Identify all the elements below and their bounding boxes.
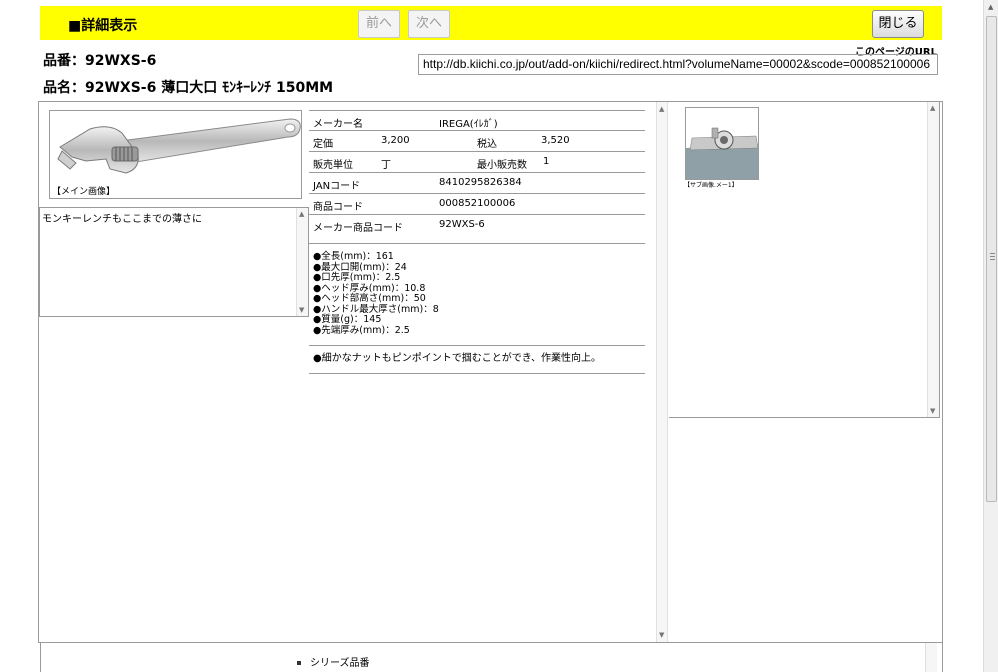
spec-row-jan: JANコード 8410295826384 xyxy=(309,173,645,194)
spec-value: 000852100006 xyxy=(439,198,516,209)
bullet-icon xyxy=(297,661,301,665)
product-name: 品名：92WXS-6 薄口大口 ﾓﾝｷｰﾚﾝﾁ 150MM xyxy=(43,80,334,96)
url-field[interactable]: http://db.kiichi.co.jp/out/add-on/kiichi… xyxy=(418,54,938,75)
spec-row-unit: 販売単位 丁 最小販売数 1 xyxy=(309,152,645,173)
main-image-caption: 【メイン画像】 xyxy=(52,187,116,197)
next-button[interactable]: 次へ xyxy=(408,10,450,38)
scroll-up-icon[interactable]: ▲ xyxy=(659,105,664,113)
spec-row-maker: メーカー名 IREGA(ｲﾚｶﾞ) xyxy=(309,110,645,131)
spec-value: 1 xyxy=(543,156,550,167)
spec-label: 税込 xyxy=(477,139,497,150)
scroll-up-icon[interactable]: ▲ xyxy=(988,3,993,11)
notes-text: ●細かなナットもピンポイントで掴むことができ、作業性向上。 xyxy=(309,346,645,374)
scroll-down-icon[interactable]: ▼ xyxy=(930,407,935,415)
spec-row-price: 定価 3,200 税込 3,520 xyxy=(309,131,645,152)
series-item: シリーズ品番 xyxy=(297,654,370,669)
spec-row-code: 商品コード 000852100006 xyxy=(309,194,645,215)
close-button[interactable]: 閉じる xyxy=(872,10,924,38)
spec-label: JANコード xyxy=(313,181,361,192)
detail-panel: 【メイン画像】 モンキーレンチもここまでの薄さに ▲ ▼ メーカー名 IREGA… xyxy=(38,101,943,643)
spec-value: 3,520 xyxy=(541,135,570,146)
sub-image-caption: 【サブ画像.メー1】 xyxy=(684,182,738,189)
sub-image[interactable] xyxy=(685,107,759,180)
spec-value: 丁 xyxy=(381,160,391,171)
sub-image-panel: 【サブ画像.メー1】 ▲ ▼ xyxy=(669,102,940,418)
scrollbar-thumb[interactable] xyxy=(986,16,997,502)
scroll-down-icon[interactable]: ▼ xyxy=(299,306,304,314)
spec-label: メーカー名 xyxy=(313,119,363,130)
scroll-down-icon[interactable]: ▼ xyxy=(659,631,664,639)
scroll-up-icon[interactable]: ▲ xyxy=(299,210,304,218)
spec-row-maker-code: メーカー商品コード 92WXS-6 xyxy=(309,215,645,244)
spec-value: 92WXS-6 xyxy=(439,219,485,230)
main-image[interactable]: 【メイン画像】 xyxy=(49,110,302,199)
page-title: ■詳細表示 xyxy=(68,18,138,34)
spec-label: 定価 xyxy=(313,139,333,150)
spec-value: IREGA(ｲﾚｶﾞ) xyxy=(439,119,498,130)
feature-item: ●口先厚(mm)：2.5 xyxy=(313,272,401,283)
features-list: ●全長(mm)：161 ●最大口開(mm)：24 ●口先厚(mm)：2.5 ●ヘ… xyxy=(309,250,645,346)
spec-label: 販売単位 xyxy=(313,160,353,171)
sub-image-scrollbar[interactable]: ▲ ▼ xyxy=(927,102,939,417)
description-text: モンキーレンチもここまでの薄さに xyxy=(42,214,202,225)
description-box[interactable]: モンキーレンチもここまでの薄さに ▲ ▼ xyxy=(39,207,309,317)
spec-label: 最小販売数 xyxy=(477,160,527,171)
feature-item: ●先端厚み(mm)：2.5 xyxy=(313,324,410,336)
window-scrollbar[interactable]: ▲ xyxy=(983,0,998,672)
prev-button[interactable]: 前へ xyxy=(358,10,400,38)
detail-scrollbar[interactable]: ▲ ▼ xyxy=(656,102,668,642)
product-number: 品番：92WXS-6 xyxy=(43,53,157,69)
spec-value: 8410295826384 xyxy=(439,177,522,188)
spec-table: メーカー名 IREGA(ｲﾚｶﾞ) 定価 3,200 税込 3,520 販売単位… xyxy=(309,110,645,244)
feature-item: ●質量(g)：145 xyxy=(313,314,382,325)
series-scrollbar[interactable] xyxy=(925,643,937,672)
series-panel: シリーズ品番 xyxy=(40,643,943,672)
grip-icon xyxy=(990,253,995,260)
header-bar: ■詳細表示 前へ 次へ 閉じる xyxy=(40,6,942,40)
sub-image-photo xyxy=(686,108,758,179)
spec-value: 3,200 xyxy=(381,135,410,146)
description-scrollbar[interactable]: ▲ ▼ xyxy=(296,208,308,316)
series-label: シリーズ品番 xyxy=(310,658,370,669)
feature-item: ●全長(mm)：161 xyxy=(313,251,394,262)
feature-item: ●ヘッド部高さ(mm)：50 xyxy=(313,293,426,304)
spec-label: 商品コード xyxy=(313,202,363,213)
spec-label: メーカー商品コード xyxy=(313,223,403,234)
scroll-up-icon[interactable]: ▲ xyxy=(930,104,935,112)
